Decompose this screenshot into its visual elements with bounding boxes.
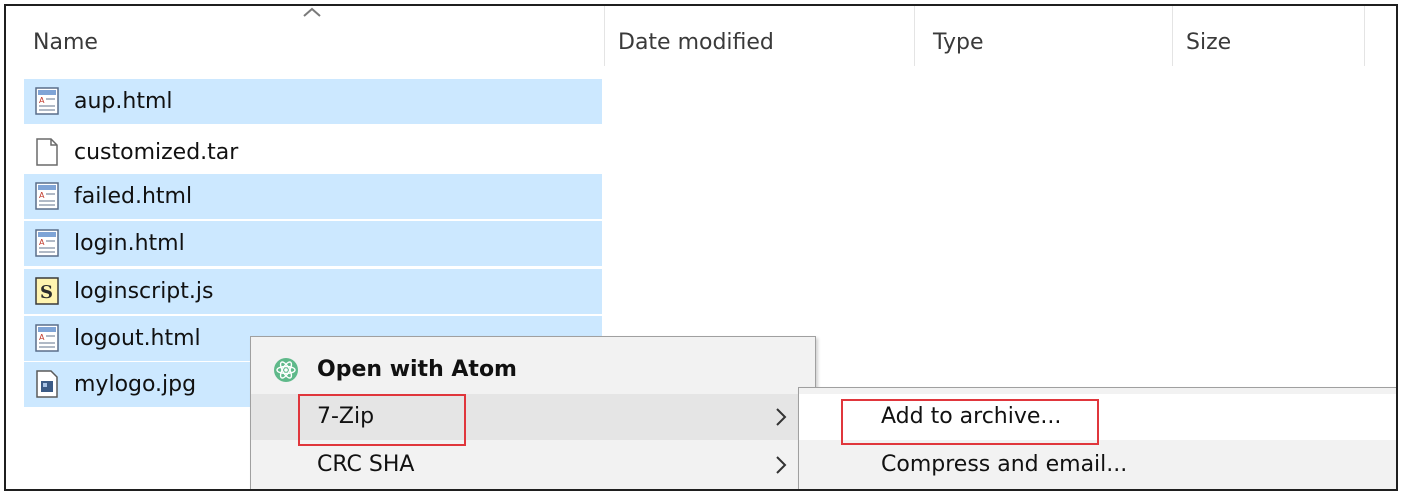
blank-file-icon: [36, 138, 58, 166]
file-row-login-html[interactable]: A login.html: [24, 221, 602, 266]
column-header-size[interactable]: Size: [1186, 28, 1231, 58]
html-file-icon: A: [35, 182, 59, 210]
file-name: failed.html: [74, 184, 193, 209]
file-name: aup.html: [74, 89, 173, 114]
submenu-item-label: Compress and email...: [881, 452, 1128, 477]
svg-text:S: S: [40, 282, 53, 303]
svg-text:A: A: [39, 333, 45, 342]
file-name: loginscript.js: [74, 279, 214, 304]
svg-text:A: A: [39, 96, 45, 105]
menu-item-label: Open with Atom: [317, 357, 517, 382]
svg-text:A: A: [39, 238, 45, 247]
file-name: logout.html: [74, 326, 201, 351]
file-name: customized.tar: [74, 140, 239, 165]
highlight-box: [841, 399, 1099, 445]
html-file-icon: A: [35, 87, 59, 115]
chevron-right-icon: [776, 408, 787, 426]
file-row-loginscript-js[interactable]: S loginscript.js: [24, 269, 602, 314]
context-submenu: Add to archive... Compress and email...: [798, 387, 1396, 489]
html-file-icon: A: [35, 229, 59, 257]
file-explorer-window: Name Date modified Type Size A aup.html …: [4, 4, 1398, 491]
chevron-right-icon: [776, 456, 787, 474]
atom-icon: [274, 358, 298, 382]
submenu-item-compress-and-email[interactable]: Compress and email...: [799, 442, 1396, 488]
context-menu: Open with Atom 7-Zip CRC SHA: [250, 336, 816, 489]
file-row-aup-html[interactable]: A aup.html: [24, 79, 602, 124]
highlight-box: [298, 394, 466, 446]
column-header-row: Name Date modified Type Size: [6, 6, 1396, 80]
menu-item-crc-sha[interactable]: CRC SHA: [251, 442, 815, 488]
file-name: mylogo.jpg: [74, 372, 197, 397]
column-header-type[interactable]: Type: [933, 28, 984, 58]
svg-text:A: A: [39, 191, 45, 200]
column-divider[interactable]: [1364, 6, 1365, 66]
image-file-icon: [36, 370, 58, 398]
file-row-customized-tar[interactable]: customized.tar: [24, 130, 602, 175]
column-divider[interactable]: [914, 6, 915, 66]
html-file-icon: A: [35, 324, 59, 352]
column-divider[interactable]: [1172, 6, 1173, 66]
column-header-name[interactable]: Name: [33, 28, 98, 58]
file-row-failed-html[interactable]: A failed.html: [24, 174, 602, 219]
menu-item-open-with-atom[interactable]: Open with Atom: [251, 347, 815, 393]
menu-item-label: CRC SHA: [317, 452, 415, 477]
column-header-date-modified[interactable]: Date modified: [618, 28, 774, 58]
file-name: login.html: [74, 231, 185, 256]
script-file-icon: S: [35, 277, 59, 305]
column-divider[interactable]: [604, 6, 605, 66]
